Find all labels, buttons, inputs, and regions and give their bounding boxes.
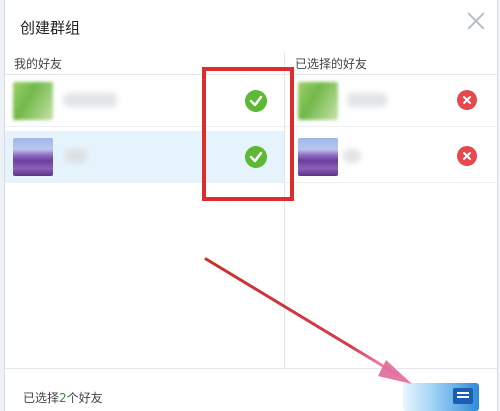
annotation-arrow [204, 257, 412, 384]
